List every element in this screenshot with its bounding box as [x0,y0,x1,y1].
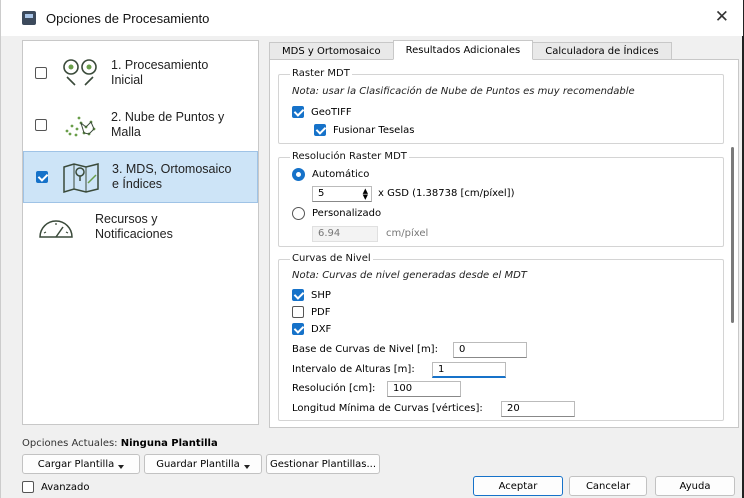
shp-option[interactable]: SHP [292,289,331,301]
pdf-option[interactable]: PDF [292,306,330,318]
sidebar-checkbox-point-cloud[interactable] [35,119,47,131]
sidebar-checkbox-dsm[interactable] [36,171,48,183]
custom-resolution-option[interactable]: Personalizado [292,207,381,220]
spinner-arrows-icon[interactable]: ▲ ▼ [363,188,368,201]
height-interval-label: Intervalo de Alturas [m]: [292,364,415,375]
sidebar-label-resources-line1: Recursos y [95,212,158,226]
sidebar: 1. Procesamiento Inicial 2. Nube de Punt… [22,40,259,425]
point-cloud-icon [65,116,96,137]
sidebar-item-initial-processing[interactable]: 1. Procesamiento Inicial [23,47,258,99]
sidebar-label-point-cloud-line2: Malla [111,125,141,139]
pdf-checkbox[interactable] [292,306,304,318]
current-template-value: Ninguna Plantilla [120,438,218,449]
processing-options-dialog: Opciones de Procesamiento ✕ 1. Procesami… [0,0,744,498]
geotiff-label: GeoTIFF [311,106,352,118]
gsd-multiplier-value: 5 [318,188,325,199]
raster-mdt-title: Raster MDT [290,68,352,79]
min-length-label: Longitud Mínima de Curvas [vértices]: [292,403,483,414]
dxf-checkbox[interactable] [292,323,304,335]
raster-mdt-note: Nota: usar la Clasificación de Nube de P… [292,86,635,97]
custom-radio[interactable] [292,207,305,220]
pdf-label: PDF [311,306,331,318]
save-template-button[interactable]: Guardar Plantilla [144,454,262,474]
shp-checkbox[interactable] [292,289,304,301]
title-bar: Opciones de Procesamiento ✕ [1,0,743,36]
sidebar-label-resources-line2: Notificaciones [95,227,173,241]
save-template-label: Guardar Plantilla [156,458,240,470]
sidebar-label-dsm-line1: 3. MDS, Ortomosaico [112,162,232,176]
help-button[interactable]: Ayuda [655,476,735,496]
merge-tiles-label: Fusionar Teselas [333,124,415,136]
sidebar-item-resources[interactable]: Recursos y Notificaciones [23,201,258,253]
load-template-dropdown-icon [118,465,125,469]
contours-note: Nota: Curvas de nivel generadas desde el… [292,270,527,281]
auto-radio[interactable] [292,168,305,181]
contour-base-label: Base de Curvas de Nivel [m]: [292,344,438,355]
window-title: Opciones de Procesamiento [46,10,210,26]
advanced-checkbox[interactable] [22,481,34,493]
contour-resolution-input[interactable]: 100 [387,381,461,397]
sidebar-item-point-cloud[interactable]: 2. Nube de Puntos y Malla [23,99,258,151]
gsd-text: x GSD (1.38738 [cm/píxel]) [378,188,515,199]
custom-label: Personalizado [312,208,382,219]
load-template-label: Cargar Plantilla [37,458,115,470]
sidebar-checkbox-initial[interactable] [35,67,47,79]
custom-unit: cm/píxel [386,228,429,239]
dxf-option[interactable]: DXF [292,323,331,335]
load-template-button[interactable]: Cargar Plantilla [22,454,140,474]
sidebar-label-point-cloud-line1: 2. Nube de Puntos y [111,110,225,124]
initial-processing-icon [63,59,97,86]
tab-additional-results[interactable]: Resultados Adicionales [392,40,534,60]
vertical-scrollbar[interactable] [731,147,734,323]
geotiff-option[interactable]: GeoTIFF [292,106,352,118]
auto-label: Automático [312,169,370,180]
sidebar-label-initial-line2: Inicial [111,73,143,87]
custom-resolution-input[interactable]: 6.94 [312,226,378,242]
cancel-button[interactable]: Cancelar [569,476,647,496]
merge-tiles-checkbox[interactable] [314,124,326,136]
geotiff-checkbox[interactable] [292,106,304,118]
contours-title: Curvas de Nivel [290,253,373,264]
app-icon [22,11,36,25]
save-template-dropdown-icon [243,465,250,469]
contours-group [278,259,724,421]
close-icon[interactable]: ✕ [715,7,729,27]
sidebar-label-dsm-line2: e Índices [112,177,163,191]
manage-templates-button[interactable]: Gestionar Plantillas... [266,454,380,474]
contour-resolution-label: Resolución [cm]: [292,383,376,394]
tab-dsm-orthomosaic[interactable]: MDS y Ortomosaico [269,42,394,60]
resolution-title: Resolución Raster MDT [290,151,409,162]
height-interval-input[interactable]: 1 [432,362,506,378]
gauge-icon [39,220,73,238]
min-length-input[interactable]: 20 [501,401,575,417]
dxf-label: DXF [311,323,332,335]
advanced-option[interactable]: Avanzado [22,481,89,493]
contour-base-input[interactable]: 0 [453,342,527,358]
tab-index-calculator[interactable]: Calculadora de Índices [532,42,672,60]
shp-label: SHP [311,289,331,301]
dsm-map-icon [63,163,99,193]
accept-button[interactable]: Aceptar [473,476,563,496]
sidebar-label-initial-line1: 1. Procesamiento [111,58,209,72]
advanced-label: Avanzado [41,481,90,493]
current-options: Opciones Actuales: Ninguna Plantilla [22,438,218,449]
current-options-label: Opciones Actuales: [22,438,118,449]
merge-tiles-option[interactable]: Fusionar Teselas [314,124,414,136]
tab-bar: MDS y Ortomosaico Resultados Adicionales… [269,40,672,60]
sidebar-item-dsm-orthomosaic[interactable]: 3. MDS, Ortomosaico e Índices [23,151,258,203]
gsd-multiplier-spinbox[interactable]: 5 ▲ ▼ [312,186,372,202]
auto-resolution-option[interactable]: Automático [292,168,369,181]
